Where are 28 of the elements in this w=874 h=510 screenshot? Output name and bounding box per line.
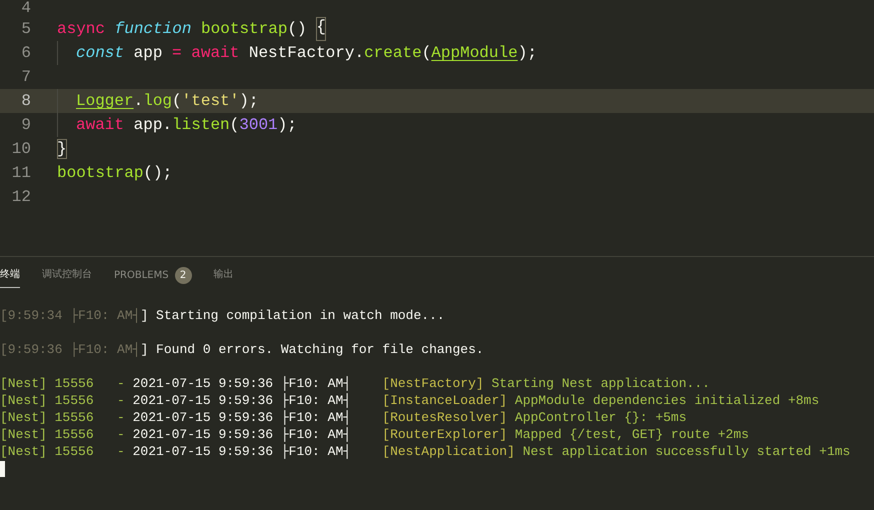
panel-tab[interactable]: 调试控制台 (42, 266, 92, 288)
terminal-line: [Nest] 15556 - 2021-07-15 9:59:36 ├F10: AM┤ [InstanceLoader] AppModule dependencies initialized +8ms (0, 392, 820, 409)
line-number: 10 (10, 139, 31, 160)
code-text: Logger.log('test'); (57, 89, 258, 113)
panel-tab[interactable]: 输出 (214, 266, 234, 288)
terminal-line: [9:59:34 ├F10: AM┤] Starting compilation in watch mode... (0, 307, 445, 324)
terminal-line: [Nest] 15556 - 2021-07-15 9:59:36 ├F10: AM┤ [NestApplication] Nest application successfully started +1ms (0, 443, 850, 460)
line-number: 6 (20, 43, 31, 64)
terminal-line: [9:59:36 ├F10: AM┤] Found 0 errors. Watching for file changes. (0, 341, 484, 358)
code-text: } (57, 139, 67, 159)
terminal-cursor (0, 461, 5, 477)
line-number: 5 (20, 19, 31, 40)
line-number: 4 (20, 0, 31, 17)
code-text: async function bootstrap() { (57, 17, 326, 41)
panel-tab[interactable]: 终端 (0, 266, 20, 288)
terminal-line: [Nest] 15556 - 2021-07-15 9:59:36 ├F10: AM┤ [NestFactory] Starting Nest application... (0, 375, 710, 392)
terminal-line: [Nest] 15556 - 2021-07-15 9:59:36 ├F10: AM┤ [RouterExplorer] Mapped {/test, GET} route +2ms (0, 426, 749, 443)
code-text: await app.listen(3001); (57, 113, 297, 137)
code-text: const app = await NestFactory.create(AppModule); (57, 41, 537, 65)
line-number: 7 (20, 67, 31, 88)
panel-tab[interactable]: PROBLEMS 2 (114, 266, 192, 291)
line-number: 12 (10, 187, 31, 208)
line-number: 11 (10, 163, 31, 184)
terminal-line: [Nest] 15556 - 2021-07-15 9:59:36 ├F10: AM┤ [RoutesResolver] AppController {}: +5ms (0, 409, 687, 426)
code-text: bootstrap(); (57, 163, 172, 184)
count-badge: 2 (174, 267, 192, 284)
line-number: 8 (20, 91, 31, 112)
line-number: 9 (20, 115, 31, 136)
